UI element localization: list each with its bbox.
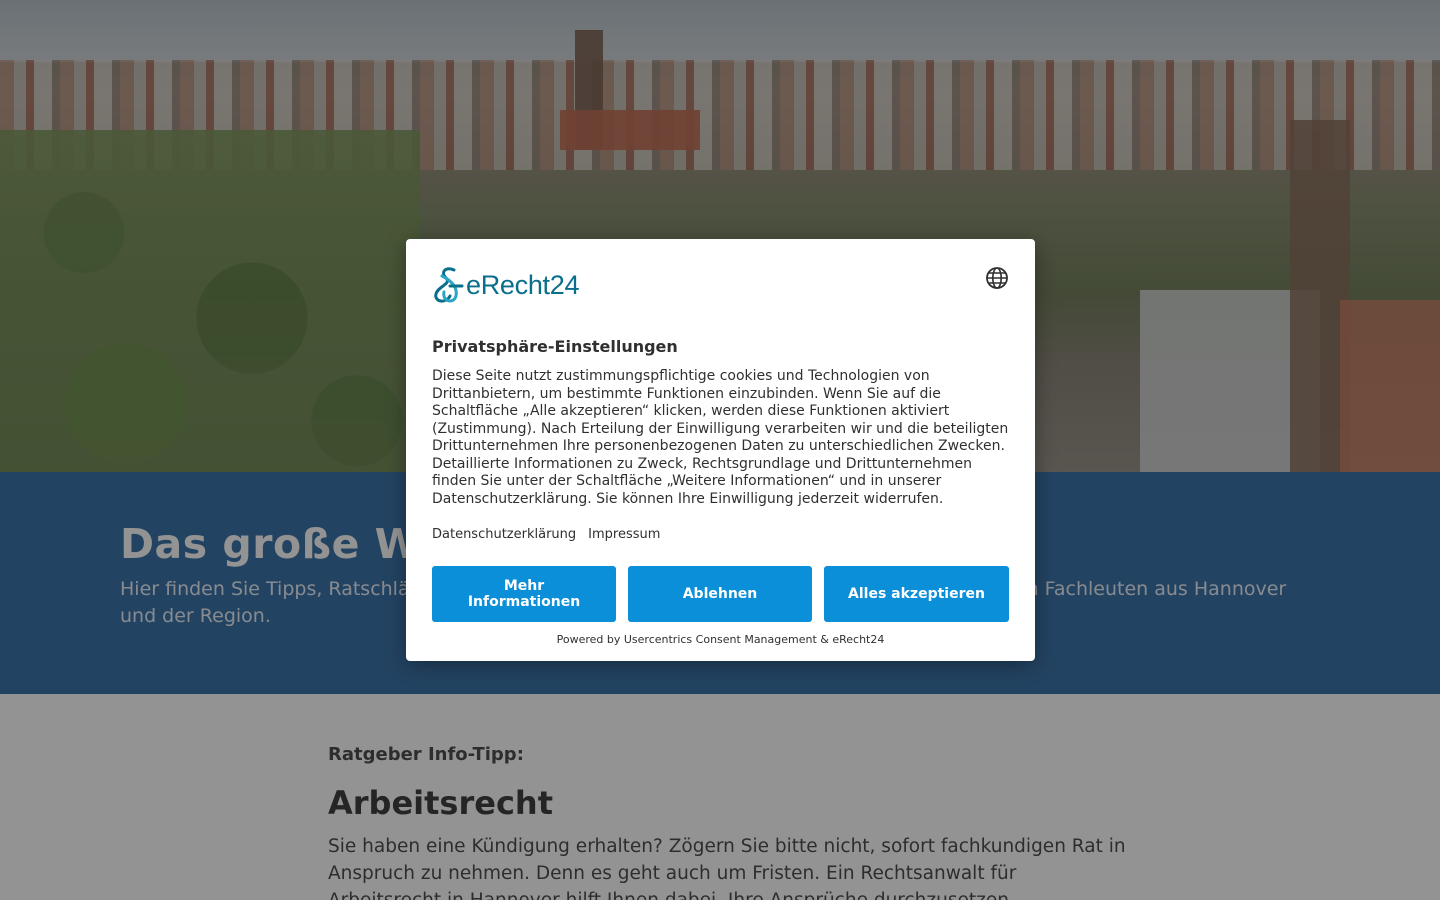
decline-button[interactable]: Ablehnen <box>628 566 812 622</box>
imprint-link[interactable]: Impressum <box>588 527 660 542</box>
logo-text: eRecht24 <box>466 269 580 300</box>
powered-by-text: Powered by Usercentrics Consent Manageme… <box>556 633 885 646</box>
consent-links: Datenschutzerklärung Impressum <box>432 527 660 542</box>
accept-all-button[interactable]: Alles akzeptieren <box>824 566 1009 622</box>
consent-title: Privatsphäre-Einstellungen <box>432 337 678 356</box>
more-info-button[interactable]: Mehr Informationen <box>432 566 616 622</box>
consent-body: Diese Seite nutzt zustimmungspflichtige … <box>432 368 1009 507</box>
consent-dialog: eRecht24 Privatsphäre-Einstellungen Dies… <box>406 239 1035 661</box>
globe-icon[interactable] <box>985 266 1009 290</box>
erecht24-logo: eRecht24 <box>432 265 579 305</box>
erecht24-logo-icon <box>434 267 464 303</box>
privacy-policy-link[interactable]: Datenschutzerklärung <box>432 527 576 542</box>
